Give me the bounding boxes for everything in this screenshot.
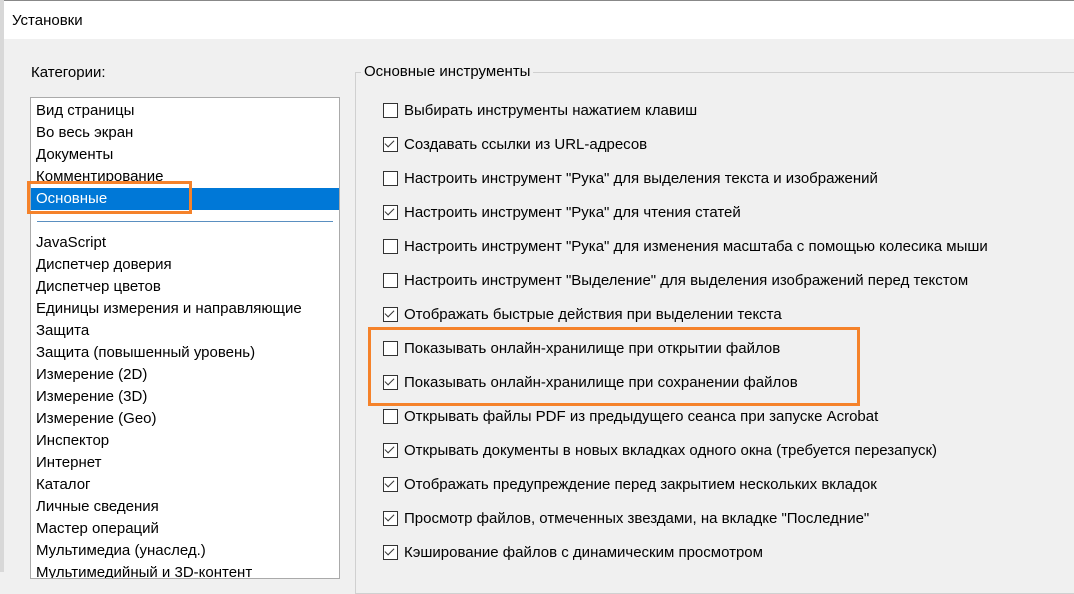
option-label: Настроить инструмент "Рука" для чтения с… <box>404 203 741 221</box>
option-row[interactable]: Выбирать инструменты нажатием клавиш <box>383 100 697 120</box>
category-item[interactable]: Диспетчер доверия <box>31 254 339 276</box>
option-label: Открывать документы в новых вкладках одн… <box>404 441 938 459</box>
option-row[interactable]: Настроить инструмент "Рука" для изменени… <box>383 236 988 256</box>
category-item[interactable]: Измерение (Geo) <box>31 408 339 430</box>
window-title: Установки <box>12 12 83 29</box>
checkbox[interactable] <box>383 442 398 458</box>
option-label: Открывать файлы PDF из предыдущего сеанс… <box>404 407 879 425</box>
highlight-selected-category <box>27 181 192 214</box>
option-row[interactable]: Кэширование файлов с динамическим просмо… <box>383 542 763 562</box>
categories-label: Категории: <box>31 64 106 81</box>
category-item[interactable]: Диспетчер цветов <box>31 276 339 298</box>
category-item[interactable]: Инспектор <box>31 430 339 452</box>
background-window-edge <box>0 0 4 572</box>
checkbox[interactable] <box>383 544 398 560</box>
category-item[interactable]: Защита (повышенный уровень) <box>31 342 339 364</box>
option-label: Настроить инструмент "Рука" для изменени… <box>404 237 988 255</box>
checkbox[interactable] <box>383 170 398 186</box>
category-item[interactable]: Измерение (3D) <box>31 386 339 408</box>
category-item[interactable]: Единицы измерения и направляющие <box>31 298 339 320</box>
highlight-online-storage-options <box>368 327 860 406</box>
option-row[interactable]: Создавать ссылки из URL-адресов <box>383 134 647 154</box>
option-label: Настроить инструмент "Рука" для выделени… <box>404 169 878 187</box>
option-label: Создавать ссылки из URL-адресов <box>404 135 648 153</box>
option-row[interactable]: Открывать документы в новых вкладках одн… <box>383 440 937 460</box>
checkbox[interactable] <box>383 510 398 526</box>
option-row[interactable]: Просмотр файлов, отмеченных звездами, на… <box>383 508 869 528</box>
checkbox[interactable] <box>383 408 398 424</box>
option-label: Отображать предупреждение перед закрытие… <box>404 475 877 493</box>
category-item[interactable]: Во весь экран <box>31 122 339 144</box>
option-label: Кэширование файлов с динамическим просмо… <box>404 543 763 561</box>
group-title: Основные инструменты <box>361 63 534 80</box>
checkbox[interactable] <box>383 102 398 118</box>
option-row[interactable]: Настроить инструмент "Выделение" для выд… <box>383 270 968 290</box>
category-separator <box>37 221 333 222</box>
checkbox[interactable] <box>383 238 398 254</box>
category-item[interactable]: Измерение (2D) <box>31 364 339 386</box>
title-bar: Установки <box>4 0 1074 39</box>
option-label: Отображать быстрые действия при выделени… <box>404 305 782 323</box>
option-row[interactable]: Настроить инструмент "Рука" для чтения с… <box>383 202 741 222</box>
category-item[interactable]: Защита <box>31 320 339 342</box>
categories-list[interactable]: Вид страницы Во весь экран Документы Коммен… <box>30 97 340 579</box>
option-row[interactable]: Отображать предупреждение перед закрытие… <box>383 474 877 494</box>
checkbox[interactable] <box>383 136 398 152</box>
category-item[interactable]: Личные сведения <box>31 496 339 518</box>
category-item[interactable]: JavaScript <box>31 232 339 254</box>
category-item[interactable]: Мастер операций <box>31 518 339 540</box>
option-label: Выбирать инструменты нажатием клавиш <box>404 101 698 119</box>
checkbox[interactable] <box>383 204 398 220</box>
checkbox[interactable] <box>383 306 398 322</box>
checkbox[interactable] <box>383 272 398 288</box>
category-item[interactable]: Мультимедийный и 3D-контент <box>31 562 339 578</box>
option-label: Просмотр файлов, отмеченных звездами, на… <box>404 509 870 527</box>
option-label: Настроить инструмент "Выделение" для выд… <box>404 271 969 289</box>
option-row[interactable]: Отображать быстрые действия при выделени… <box>383 304 782 324</box>
option-row[interactable]: Настроить инструмент "Рука" для выделени… <box>383 168 878 188</box>
option-row[interactable]: Открывать файлы PDF из предыдущего сеанс… <box>383 406 878 426</box>
category-item[interactable]: Мультимедиа (унаслед.) <box>31 540 339 562</box>
category-item[interactable]: Каталог <box>31 474 339 496</box>
checkbox[interactable] <box>383 476 398 492</box>
category-item[interactable]: Документы <box>31 144 339 166</box>
category-item[interactable]: Интернет <box>31 452 339 474</box>
category-item[interactable]: Вид страницы <box>31 100 339 122</box>
